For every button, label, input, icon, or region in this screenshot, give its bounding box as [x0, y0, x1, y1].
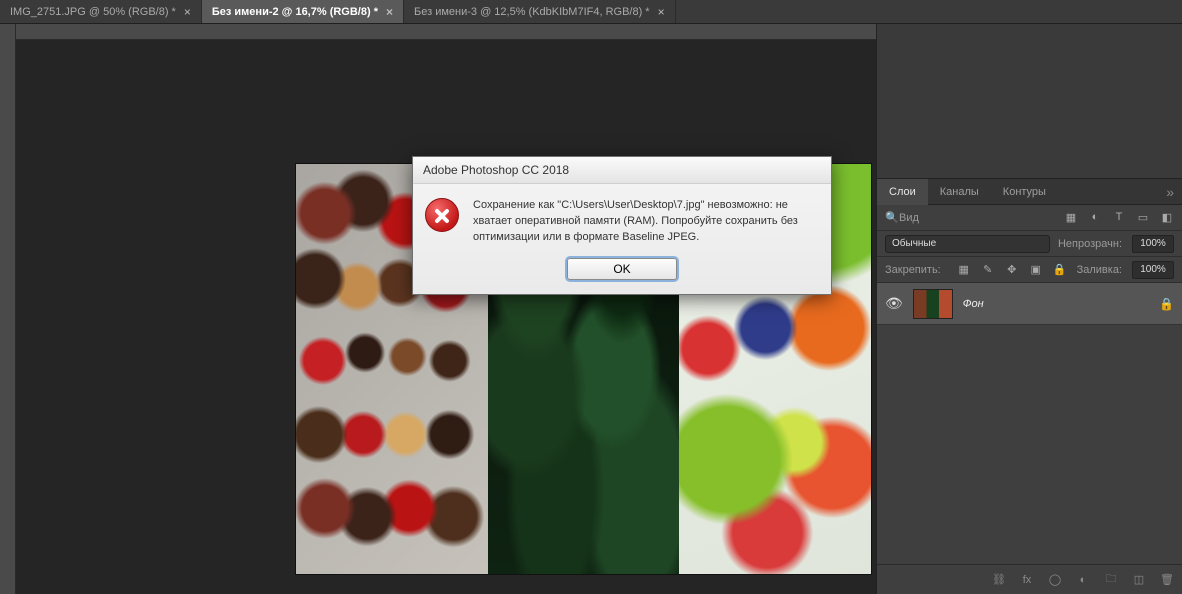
- lock-brush-icon[interactable]: ✎: [981, 263, 995, 276]
- filter-pixel-icon[interactable]: ▦: [1064, 211, 1078, 224]
- blend-mode-value: Обычные: [892, 238, 936, 249]
- lock-label: Закрепить:: [885, 264, 941, 276]
- blend-mode-select[interactable]: Обычные: [885, 235, 1050, 253]
- opacity-value: 100%: [1140, 238, 1166, 249]
- layer-fx-icon[interactable]: fx: [1020, 574, 1034, 586]
- filter-icons: ▦ ◐ T ▭ ◧: [1064, 211, 1174, 224]
- tab-label: Без имени-2 @ 16,7% (RGB/8) *: [212, 6, 378, 18]
- tab-label: Без имени-3 @ 12,5% (KdbKIbM7IF4, RGB/8)…: [414, 6, 650, 18]
- tab-layers[interactable]: Слои: [877, 179, 928, 205]
- lock-all-icon[interactable]: 🔒: [1053, 263, 1067, 276]
- close-icon[interactable]: ×: [386, 5, 393, 19]
- tab-doc-2[interactable]: Без имени-2 @ 16,7% (RGB/8) * ×: [202, 0, 404, 23]
- filter-kind-label: Вид: [899, 212, 919, 224]
- dialog-message: Сохранение как "C:\Users\User\Desktop\7.…: [473, 198, 815, 246]
- layers-panel-footer: ⛓ fx ◯ ◐ 🗀 ◫ 🗑: [877, 564, 1182, 594]
- fill-field[interactable]: 100%: [1132, 261, 1174, 279]
- tab-channels[interactable]: Каналы: [928, 179, 991, 205]
- layer-row-background[interactable]: 👁 Фон 🔒: [877, 283, 1182, 325]
- search-icon[interactable]: 🔍: [885, 211, 899, 224]
- error-icon: [425, 198, 459, 232]
- filter-adjust-icon[interactable]: ◐: [1088, 211, 1102, 224]
- group-icon[interactable]: 🗀: [1104, 570, 1118, 589]
- right-panel-stack: Слои Каналы Контуры » 🔍 Вид ▦ ◐ T ▭ ◧ Об…: [876, 24, 1182, 594]
- close-icon[interactable]: ×: [184, 5, 191, 19]
- layer-thumbnail[interactable]: [913, 289, 953, 319]
- adjustment-icon[interactable]: ◐: [1076, 574, 1090, 586]
- ok-button[interactable]: OK: [567, 258, 677, 280]
- ruler-vertical[interactable]: [0, 24, 16, 594]
- tab-paths[interactable]: Контуры: [991, 179, 1058, 205]
- error-dialog: Adobe Photoshop CC 2018 Сохранение как "…: [412, 156, 832, 295]
- new-layer-icon[interactable]: ◫: [1132, 573, 1146, 586]
- layer-filter-row: 🔍 Вид ▦ ◐ T ▭ ◧: [877, 205, 1182, 231]
- workspace[interactable]: Adobe Photoshop CC 2018 Сохранение как "…: [16, 24, 876, 594]
- tab-doc-1[interactable]: IMG_2751.JPG @ 50% (RGB/8) * ×: [0, 0, 202, 23]
- upper-collapsed-panel[interactable]: [877, 24, 1182, 179]
- fill-label: Заливка:: [1077, 264, 1122, 276]
- lock-row: Закрепить: ▦ ✎ ✥ ▣ 🔒 Заливка: 100%: [877, 257, 1182, 283]
- link-layers-icon[interactable]: ⛓: [992, 573, 1006, 586]
- filter-smart-icon[interactable]: ◧: [1160, 211, 1174, 224]
- main-area: Adobe Photoshop CC 2018 Сохранение как "…: [0, 24, 1182, 594]
- blend-mode-row: Обычные Непрозрачн: 100%: [877, 231, 1182, 257]
- filter-type-icon[interactable]: T: [1112, 211, 1126, 224]
- delete-layer-icon[interactable]: 🗑: [1160, 573, 1174, 586]
- lock-artboard-icon[interactable]: ▣: [1029, 263, 1043, 276]
- add-mask-icon[interactable]: ◯: [1048, 573, 1062, 586]
- document-tabs: IMG_2751.JPG @ 50% (RGB/8) * × Без имени…: [0, 0, 1182, 24]
- layer-name[interactable]: Фон: [963, 298, 984, 310]
- lock-pixels-icon[interactable]: ▦: [957, 263, 971, 276]
- visibility-icon[interactable]: 👁: [885, 295, 903, 312]
- filter-shape-icon[interactable]: ▭: [1136, 211, 1150, 224]
- opacity-field[interactable]: 100%: [1132, 235, 1174, 253]
- lock-icon: 🔒: [1159, 297, 1174, 311]
- fill-value: 100%: [1140, 264, 1166, 275]
- opacity-label: Непрозрачн:: [1058, 238, 1122, 250]
- ruler-horizontal[interactable]: [16, 24, 876, 40]
- layers-panel-tabs: Слои Каналы Контуры »: [877, 179, 1182, 205]
- dialog-title[interactable]: Adobe Photoshop CC 2018: [413, 157, 831, 184]
- close-icon[interactable]: ×: [658, 5, 665, 19]
- lock-position-icon[interactable]: ✥: [1005, 263, 1019, 276]
- panel-collapse-icon[interactable]: »: [1158, 184, 1182, 200]
- tab-label: IMG_2751.JPG @ 50% (RGB/8) *: [10, 6, 176, 18]
- tab-doc-3[interactable]: Без имени-3 @ 12,5% (KdbKIbM7IF4, RGB/8)…: [404, 0, 676, 23]
